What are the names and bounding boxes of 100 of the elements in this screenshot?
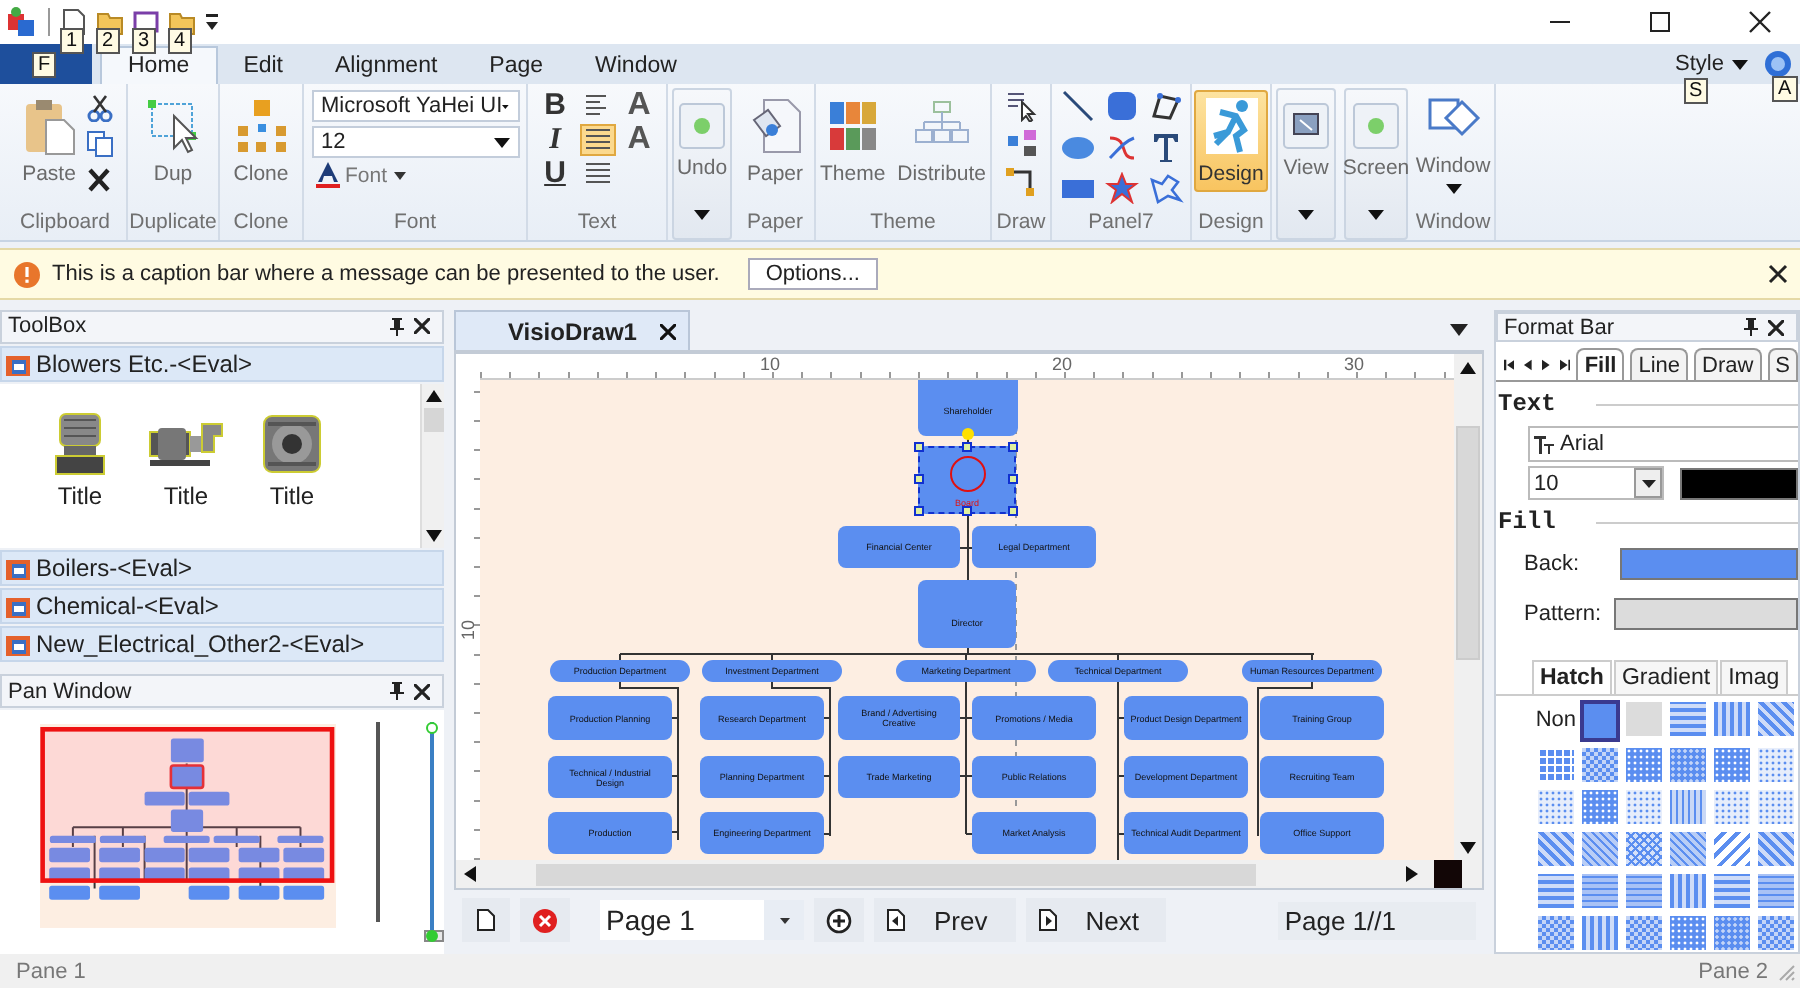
close-icon[interactable] bbox=[1768, 264, 1788, 284]
line-icon[interactable] bbox=[1059, 90, 1095, 122]
arrow-up-icon[interactable] bbox=[425, 389, 441, 402]
arrow-right-icon[interactable] bbox=[1406, 866, 1418, 882]
fill-type-tab[interactable]: Imag bbox=[1720, 660, 1788, 694]
dropdown-icon[interactable] bbox=[1450, 324, 1468, 336]
scrollbar[interactable] bbox=[420, 383, 444, 549]
options-button[interactable]: Options... bbox=[747, 258, 878, 290]
scrollbar[interactable] bbox=[1454, 380, 1482, 860]
arrow-left-icon[interactable] bbox=[464, 866, 476, 882]
style-menu[interactable]: Style bbox=[1675, 52, 1724, 76]
delete-icon[interactable] bbox=[85, 166, 113, 194]
format-tab[interactable]: S bbox=[1767, 348, 1798, 381]
ribbon-tab[interactable]: Edit bbox=[217, 46, 310, 84]
next-icon[interactable] bbox=[1542, 357, 1550, 372]
app-icon[interactable] bbox=[6, 6, 38, 38]
font-field[interactable]: Arial bbox=[1528, 426, 1798, 462]
copy-icon[interactable] bbox=[85, 130, 113, 158]
scroll-thumb[interactable] bbox=[1456, 426, 1480, 660]
diagram-thumbnail[interactable] bbox=[40, 722, 336, 931]
pattern-color-swatch[interactable] bbox=[1613, 598, 1798, 630]
previous-page-button[interactable]: Prev bbox=[874, 898, 1016, 942]
pin-icon[interactable] bbox=[390, 317, 404, 336]
distribute-button[interactable]: Distribute bbox=[893, 90, 991, 192]
toolbox-category[interactable]: New_Electrical_Other2-<Eval> bbox=[0, 626, 444, 663]
scissors-icon[interactable] bbox=[85, 94, 113, 122]
font-color-button[interactable]: Font bbox=[311, 162, 406, 188]
window-button[interactable]: Window bbox=[1411, 90, 1495, 184]
font-size-dropdown[interactable]: 10 bbox=[1528, 466, 1664, 500]
new-page-button[interactable] bbox=[462, 898, 510, 942]
help-icon[interactable] bbox=[1764, 50, 1792, 78]
last-icon[interactable] bbox=[1559, 357, 1571, 372]
customize-menu-icon[interactable] bbox=[204, 12, 220, 32]
shrink-font-button[interactable]: A bbox=[623, 124, 655, 156]
toolbox-category[interactable]: Chemical-<Eval> bbox=[0, 588, 444, 625]
pin-icon[interactable] bbox=[1744, 318, 1758, 337]
maximize-icon[interactable] bbox=[1648, 10, 1672, 34]
underline-button[interactable]: U bbox=[539, 158, 571, 190]
ribbon-tab[interactable]: Window bbox=[569, 46, 703, 84]
paste-button[interactable]: Paste bbox=[17, 90, 81, 192]
selection-handles[interactable] bbox=[912, 428, 1022, 520]
corner-connector-icon[interactable] bbox=[1005, 166, 1037, 198]
grow-font-button[interactable]: A bbox=[623, 90, 655, 122]
paper-button[interactable]: Paper bbox=[742, 90, 808, 192]
zoom-slider[interactable] bbox=[420, 722, 444, 943]
format-tab[interactable]: Line bbox=[1630, 348, 1688, 381]
pin-icon[interactable] bbox=[390, 682, 404, 701]
page-dropdown[interactable]: Page 1 bbox=[600, 900, 804, 940]
add-page-button[interactable] bbox=[814, 898, 864, 942]
rounded-rectangle-icon[interactable] bbox=[1103, 90, 1139, 122]
format-tab[interactable]: Draw bbox=[1694, 348, 1762, 381]
italic-button[interactable]: I bbox=[539, 124, 571, 156]
document-tab[interactable]: VisioDraw1 bbox=[454, 310, 691, 350]
ribbon-tab[interactable]: Page bbox=[463, 46, 570, 84]
next-page-button[interactable]: Next bbox=[1025, 898, 1167, 942]
scroll-thumb[interactable] bbox=[423, 407, 443, 432]
close-icon[interactable] bbox=[1748, 10, 1772, 34]
resize-grip-icon[interactable] bbox=[1776, 961, 1796, 981]
select-text-icon[interactable] bbox=[1005, 90, 1037, 122]
frame-icon[interactable] bbox=[132, 8, 160, 36]
polyline-icon[interactable] bbox=[1147, 90, 1183, 122]
fill-type-tab[interactable]: Gradient bbox=[1613, 660, 1719, 694]
close-icon[interactable] bbox=[414, 318, 430, 335]
ribbon-tab[interactable]: Alignment bbox=[309, 46, 464, 84]
no-hatch-option[interactable]: Non bbox=[1536, 700, 1576, 740]
curve-icon[interactable] bbox=[1103, 131, 1139, 164]
bold-button[interactable]: B bbox=[539, 90, 571, 122]
format-tab[interactable]: Fill bbox=[1576, 348, 1625, 381]
application-menu-button[interactable]: F bbox=[0, 44, 92, 84]
arrow-down-icon[interactable] bbox=[1460, 842, 1476, 854]
star-icon[interactable] bbox=[1103, 172, 1139, 205]
close-icon[interactable] bbox=[660, 323, 677, 339]
toolbox-category[interactable]: Blowers Etc.-<Eval> bbox=[0, 345, 444, 382]
screen-button[interactable]: Screen bbox=[1338, 96, 1414, 186]
previous-icon[interactable] bbox=[1524, 357, 1533, 372]
close-icon[interactable] bbox=[1768, 319, 1784, 336]
text-color-swatch[interactable] bbox=[1680, 467, 1798, 499]
design-button[interactable]: Design bbox=[1194, 90, 1268, 192]
delete-page-button[interactable] bbox=[520, 898, 570, 942]
fill-type-tab[interactable]: Hatch bbox=[1532, 660, 1612, 694]
scrollbar[interactable] bbox=[456, 860, 1482, 888]
font-size-dropdown[interactable]: 12 bbox=[311, 126, 519, 158]
toolbox-category[interactable]: Boilers-<Eval> bbox=[0, 550, 444, 587]
first-icon[interactable] bbox=[1504, 357, 1515, 372]
connector-icon[interactable] bbox=[1005, 128, 1037, 160]
arrow-down-icon[interactable] bbox=[425, 530, 441, 543]
freeform-icon[interactable] bbox=[1147, 172, 1183, 205]
arrow-up-icon[interactable] bbox=[1460, 361, 1476, 373]
status-pane: Pane 1 bbox=[16, 959, 86, 983]
ruler-number: 30 bbox=[1344, 354, 1365, 374]
back-color-swatch[interactable] bbox=[1619, 548, 1798, 580]
scroll-thumb[interactable] bbox=[536, 863, 1256, 885]
close-icon[interactable] bbox=[414, 683, 430, 700]
duplicate-button[interactable]: Dup bbox=[141, 90, 205, 192]
theme-button[interactable]: Theme bbox=[815, 90, 890, 192]
clone-button[interactable]: Clone bbox=[229, 90, 293, 192]
font-family-dropdown[interactable]: Microsoft YaHei UI bbox=[311, 90, 519, 122]
ellipse-icon[interactable] bbox=[1059, 131, 1095, 164]
hatch-swatch[interactable] bbox=[1580, 700, 1620, 742]
align-button[interactable] bbox=[579, 124, 615, 156]
